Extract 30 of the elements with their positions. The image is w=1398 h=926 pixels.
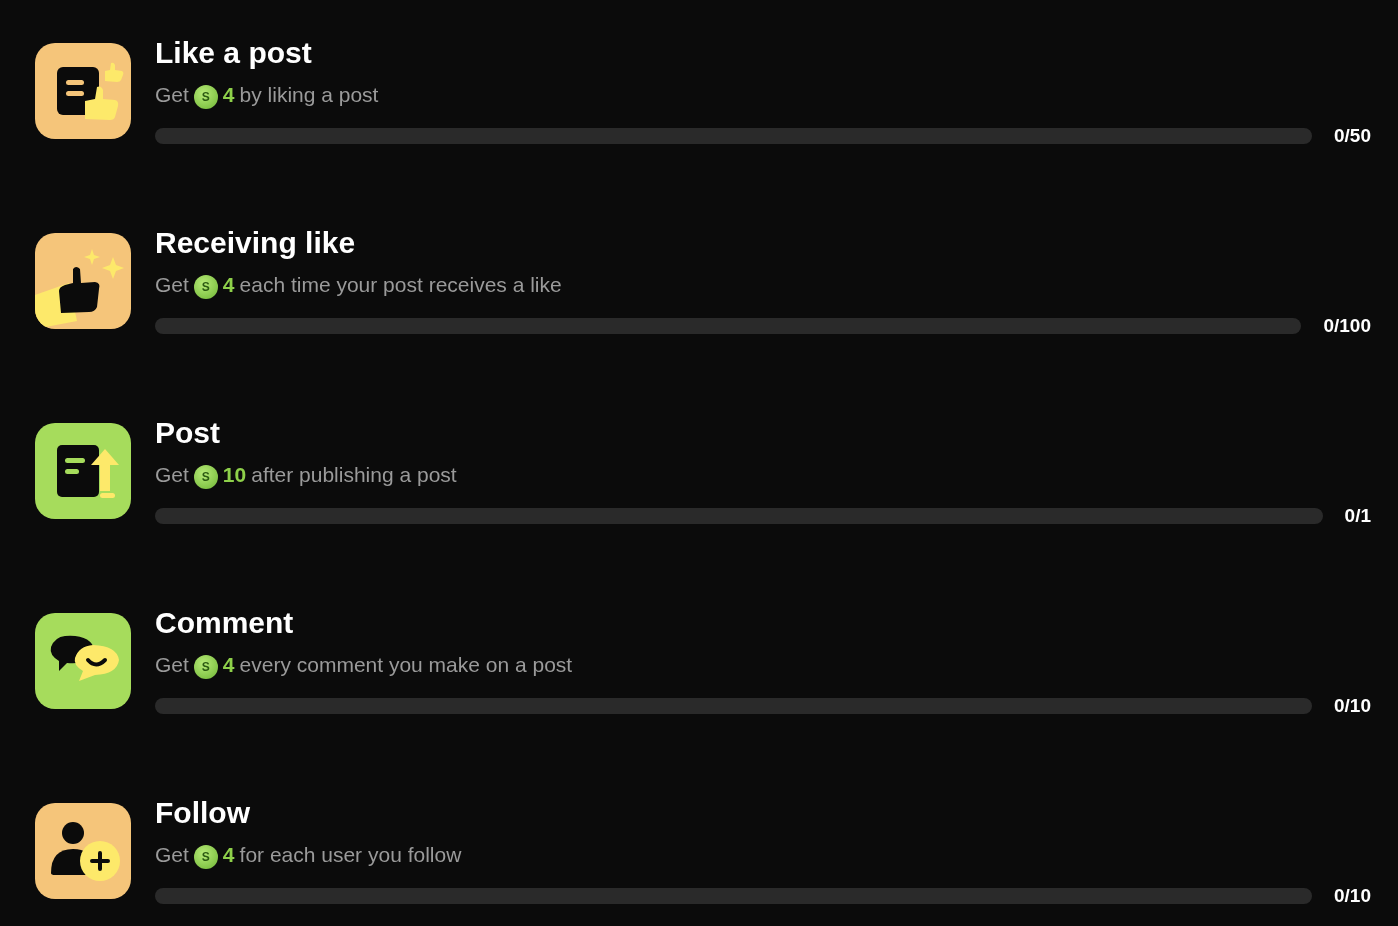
coin-icon: S <box>193 84 218 109</box>
task-description: every comment you make on a post <box>239 653 573 677</box>
task-title: Like a post <box>155 36 313 70</box>
reward-amount: 4 <box>222 83 235 107</box>
reward-label: Get <box>155 273 189 297</box>
coin-icon: S <box>193 654 218 679</box>
reward-label: Get <box>155 653 189 677</box>
task-description: after publishing a post <box>251 463 457 487</box>
reward-label: Get <box>155 83 189 107</box>
task-title: Post <box>155 416 221 450</box>
reward-amount: 4 <box>222 273 235 297</box>
task-title: Comment <box>155 606 295 640</box>
progress-count: 0/50 <box>1334 125 1371 147</box>
progress-count: 0/10 <box>1334 885 1371 907</box>
reward-amount: 4 <box>222 653 235 677</box>
reward-label: Get <box>155 843 189 867</box>
progress-count: 0/10 <box>1334 695 1371 717</box>
task-description: for each user you follow <box>239 843 462 867</box>
reward-amount: 10 <box>222 463 247 487</box>
coin-icon: S <box>193 274 218 299</box>
progress-count: 0/1 <box>1344 505 1371 527</box>
reward-label: Get <box>155 463 189 487</box>
task-description: each time your post receives a like <box>239 273 562 297</box>
task-title: Receiving like <box>155 226 357 260</box>
coin-icon: S <box>193 464 218 489</box>
task-title: Follow <box>155 796 251 830</box>
progress-count: 0/100 <box>1323 315 1371 337</box>
coin-icon: S <box>193 844 218 869</box>
task-description: by liking a post <box>239 83 379 107</box>
reward-amount: 4 <box>222 843 235 867</box>
